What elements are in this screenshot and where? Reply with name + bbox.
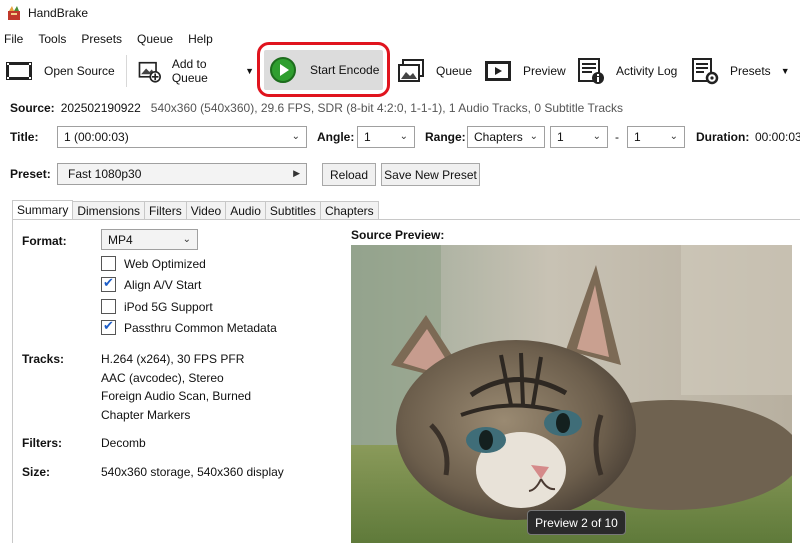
presets-label: Presets <box>730 64 771 78</box>
activity-log-label: Activity Log <box>616 64 678 78</box>
start-encode-label: Start Encode <box>310 63 380 77</box>
preset-select[interactable]: Fast 1080p30 ▶ <box>57 163 307 185</box>
track-subtitle: Foreign Audio Scan, Burned <box>101 389 252 403</box>
tab-bar: Summary Dimensions Filters Video Audio S… <box>12 200 379 220</box>
tab-filters[interactable]: Filters <box>144 201 187 219</box>
chevron-down-icon[interactable]: ▼ <box>781 66 790 76</box>
chevron-down-icon: ⌄ <box>182 234 191 245</box>
queue-label: Queue <box>436 64 473 78</box>
chevron-down-icon: ⌄ <box>399 131 408 142</box>
title-select[interactable]: 1 (00:00:03) ⌄ <box>57 126 307 148</box>
tracks-label: Tracks: <box>22 352 65 366</box>
kitten-photo <box>351 245 792 543</box>
range-start-value: 1 <box>557 130 564 144</box>
source-preview-image[interactable] <box>351 245 792 543</box>
format-label: Format: <box>22 234 67 248</box>
size-label: Size: <box>22 465 51 479</box>
duration-label: Duration: <box>696 130 750 144</box>
filters-label: Filters: <box>22 436 63 450</box>
preview-counter-badge: Preview 2 of 10 <box>527 510 626 535</box>
angle-label: Angle: <box>317 130 355 144</box>
source-preview-label: Source Preview: <box>351 228 445 242</box>
preset-label: Preset: <box>10 167 51 181</box>
queue-button[interactable]: Queue <box>392 53 476 89</box>
source-details: 540x360 (540x360), 29.6 FPS, SDR (8-bit … <box>150 101 624 115</box>
chevron-down-icon: ⌄ <box>529 131 538 142</box>
save-new-preset-button[interactable]: Save New Preset <box>381 163 480 186</box>
add-to-queue-button[interactable]: Add to Queue ▼ <box>133 53 258 89</box>
title-bar: HandBrake <box>0 0 800 26</box>
app-title: HandBrake <box>28 6 89 20</box>
play-icon <box>270 57 296 83</box>
open-source-button[interactable]: Open Source <box>0 53 120 89</box>
open-source-label: Open Source <box>44 64 115 78</box>
track-chapters: Chapter Markers <box>101 408 191 422</box>
reload-button[interactable]: Reload <box>322 163 376 186</box>
handbrake-logo-icon <box>8 6 20 20</box>
tab-chapters[interactable]: Chapters <box>319 201 379 219</box>
range-type-value: Chapters <box>474 130 523 144</box>
track-audio: AAC (avcodec), Stereo <box>101 371 224 385</box>
range-end-select[interactable]: 1 ⌄ <box>627 126 685 148</box>
preview-film-icon <box>485 61 511 81</box>
start-encode-button[interactable]: Start Encode <box>264 50 383 90</box>
presets-gear-icon <box>692 58 719 85</box>
range-type-select[interactable]: Chapters ⌄ <box>467 126 545 148</box>
source-name: 202502190922 <box>60 101 141 115</box>
activity-log-button[interactable]: Activity Log <box>572 53 681 89</box>
passthru-metadata-checkbox[interactable] <box>101 318 116 335</box>
title-select-value: 1 (00:00:03) <box>64 130 129 144</box>
menu-tools[interactable]: Tools <box>34 32 70 46</box>
add-to-queue-label: Add to Queue <box>171 57 208 85</box>
filters-value: Decomb <box>101 436 146 450</box>
tab-subtitles[interactable]: Subtitles <box>264 201 321 219</box>
format-select[interactable]: MP4 ⌄ <box>101 229 198 250</box>
tab-dimensions[interactable]: Dimensions <box>72 201 146 219</box>
chevron-down-icon: ⌄ <box>291 131 300 142</box>
menu-queue[interactable]: Queue <box>133 32 177 46</box>
range-label: Range: <box>425 130 466 144</box>
menu-bar: File Tools Presets Queue Help <box>0 30 224 48</box>
menu-presets[interactable]: Presets <box>77 32 126 46</box>
align-av-start-checkbox[interactable] <box>101 275 116 292</box>
menu-help[interactable]: Help <box>184 32 217 46</box>
source-info: Source: 202502190922 540x360 (540x360), … <box>10 101 623 115</box>
format-select-value: MP4 <box>108 232 133 247</box>
toolbar-divider <box>126 55 127 87</box>
align-av-start-label: Align A/V Start <box>124 278 202 292</box>
web-optimized-checkbox[interactable] <box>101 256 116 271</box>
activity-log-icon <box>578 58 604 84</box>
preview-button[interactable]: Preview <box>479 53 570 89</box>
chevron-down-icon: ⌄ <box>592 131 601 142</box>
preset-select-value: Fast 1080p30 <box>68 167 142 181</box>
tab-video[interactable]: Video <box>185 201 227 219</box>
angle-select[interactable]: 1 ⌄ <box>357 126 415 148</box>
web-optimized-label: Web Optimized <box>124 257 206 271</box>
title-label: Title: <box>10 130 39 144</box>
presets-button[interactable]: Presets ▼ <box>686 53 794 89</box>
ipod-5g-support-checkbox[interactable] <box>101 299 116 314</box>
range-start-select[interactable]: 1 ⌄ <box>550 126 608 148</box>
size-value: 540x360 storage, 540x360 display <box>101 465 284 479</box>
angle-select-value: 1 <box>364 130 371 144</box>
source-label: Source: <box>10 101 55 115</box>
passthru-metadata-label: Passthru Common Metadata <box>124 321 277 335</box>
chevron-right-icon: ▶ <box>293 168 300 178</box>
chevron-down-icon: ⌄ <box>669 131 678 142</box>
queue-icon <box>398 59 424 82</box>
range-dash: - <box>615 130 619 144</box>
tab-audio[interactable]: Audio <box>225 201 266 219</box>
add-image-icon <box>138 61 161 83</box>
duration-value: 00:00:03 <box>755 130 800 144</box>
film-strip-icon <box>6 62 32 80</box>
tab-summary[interactable]: Summary <box>12 200 74 220</box>
ipod-5g-support-label: iPod 5G Support <box>124 300 213 314</box>
track-video: H.264 (x264), 30 FPS PFR <box>101 352 245 366</box>
preview-label: Preview <box>523 64 566 78</box>
menu-file[interactable]: File <box>0 32 27 46</box>
chevron-down-icon[interactable]: ▼ <box>245 66 254 76</box>
range-end-value: 1 <box>634 130 641 144</box>
